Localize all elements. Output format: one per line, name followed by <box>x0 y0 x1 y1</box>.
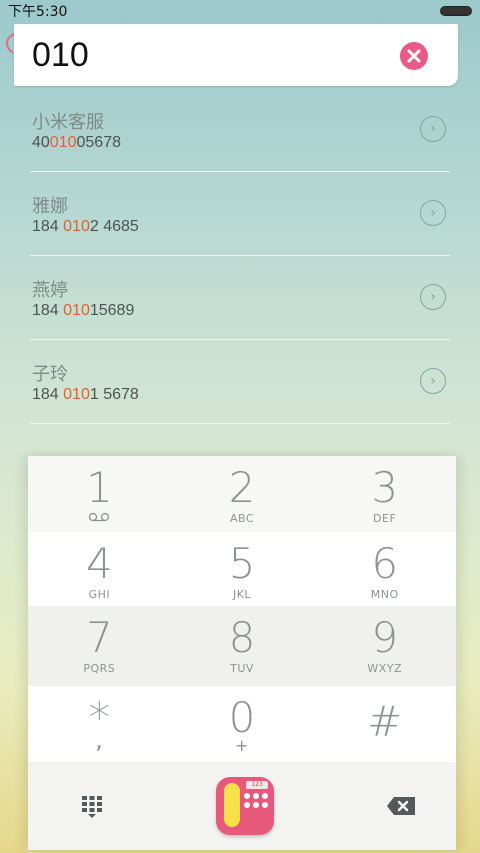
search-input-value[interactable]: 010 <box>32 36 89 75</box>
key-letters: PQRS <box>83 662 116 675</box>
contact-detail-button[interactable]: › <box>420 200 446 226</box>
keypad-row: * , 0 + # <box>28 686 456 762</box>
key-digit: 7 <box>85 613 113 662</box>
key-4[interactable]: 4 GHI <box>28 532 171 606</box>
key-letters: + <box>235 736 249 755</box>
key-digit: 8 <box>228 613 256 662</box>
dial-keypad: 1 2 ABC 3 DEF 4 GHI 5 JKL 6 MNO 7 PQRS 8… <box>28 456 456 850</box>
contact-item[interactable]: 燕婷 184 01015689 › <box>30 256 450 340</box>
contact-number: 184 01015689 <box>32 302 135 319</box>
key-7[interactable]: 7 PQRS <box>28 606 171 686</box>
chevron-right-icon: › <box>430 373 436 389</box>
keypad-row: 4 GHI 5 JKL 6 MNO <box>28 532 456 606</box>
dial-button[interactable]: 123 <box>216 777 274 835</box>
key-9[interactable]: 9 WXYZ <box>313 606 456 686</box>
chevron-right-icon: › <box>430 289 436 305</box>
keypad-action-bar: 123 <box>28 762 456 850</box>
contact-detail-button[interactable]: › <box>420 368 446 394</box>
contact-item[interactable]: 雅娜 184 0102 4685 › <box>30 172 450 256</box>
clear-icon <box>407 49 421 63</box>
key-letters: , <box>95 726 104 754</box>
key-2[interactable]: 2 ABC <box>171 456 314 532</box>
key-digit: # <box>367 697 403 746</box>
key-digit: 4 <box>85 539 113 588</box>
key-letters: ABC <box>229 512 255 525</box>
contact-detail-button[interactable]: › <box>420 116 446 142</box>
contact-detail-button[interactable]: › <box>420 284 446 310</box>
keypad-row: 1 2 ABC 3 DEF <box>28 456 456 532</box>
contact-name: 子玲 <box>32 364 68 385</box>
contact-item[interactable]: 小米客服 4001005678 › <box>30 88 450 172</box>
key-star[interactable]: * , <box>28 686 171 762</box>
status-bar: 下午5:30 <box>0 0 480 22</box>
key-letters: MNO <box>370 588 399 601</box>
key-5[interactable]: 5 JKL <box>171 532 314 606</box>
key-digit: 6 <box>371 539 399 588</box>
key-letters: TUV <box>230 662 254 675</box>
key-digit: 2 <box>228 463 256 512</box>
key-0[interactable]: 0 + <box>171 686 314 762</box>
battery-icon <box>440 6 472 16</box>
key-letters: DEF <box>373 512 397 525</box>
dial-dots <box>244 793 268 808</box>
chevron-right-icon: › <box>430 205 436 221</box>
contact-number: 4001005678 <box>32 134 121 151</box>
key-digit: 5 <box>228 539 256 588</box>
contact-number: 184 0102 4685 <box>32 218 139 235</box>
keypad-toggle-icon[interactable] <box>80 794 104 818</box>
key-letters: GHI <box>88 588 111 601</box>
key-3[interactable]: 3 DEF <box>313 456 456 532</box>
search-field[interactable]: 010 <box>14 24 458 86</box>
chevron-right-icon: › <box>430 121 436 137</box>
contact-name: 雅娜 <box>32 196 68 217</box>
dial-icon <box>224 783 240 827</box>
dial-display: 123 <box>246 781 268 789</box>
contact-item[interactable]: 子玲 184 0101 5678 › <box>30 340 450 424</box>
key-hash[interactable]: # <box>313 686 456 762</box>
key-digit: 9 <box>371 613 399 662</box>
contact-list: 小米客服 4001005678 › 雅娜 184 0102 4685 › 燕婷 … <box>30 88 450 424</box>
key-letters: JKL <box>232 588 252 601</box>
clear-button[interactable] <box>400 42 428 70</box>
backspace-icon[interactable] <box>386 796 416 816</box>
keypad-row: 7 PQRS 8 TUV 9 WXYZ <box>28 606 456 686</box>
key-digit: 0 <box>228 693 256 742</box>
contact-name: 小米客服 <box>32 112 104 133</box>
key-letters: WXYZ <box>367 662 403 675</box>
voicemail-icon <box>89 512 110 522</box>
key-6[interactable]: 6 MNO <box>313 532 456 606</box>
key-digit: 3 <box>371 463 399 512</box>
key-digit: 1 <box>85 463 113 512</box>
contact-name: 燕婷 <box>32 280 68 301</box>
contact-number: 184 0101 5678 <box>32 386 139 403</box>
key-8[interactable]: 8 TUV <box>171 606 314 686</box>
key-1[interactable]: 1 <box>28 456 171 532</box>
